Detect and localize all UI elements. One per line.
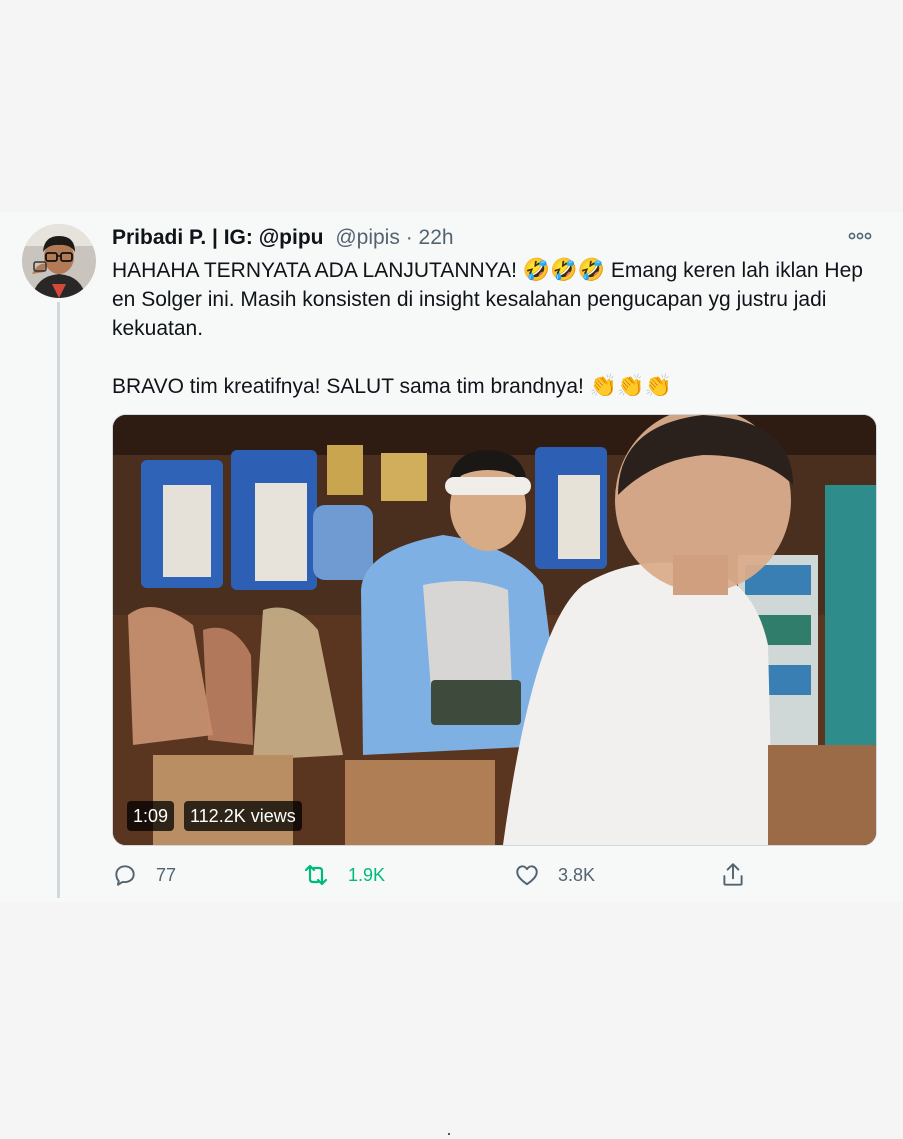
share-button[interactable]	[720, 860, 746, 890]
heart-icon	[516, 865, 538, 886]
thread-line	[57, 302, 60, 898]
separator: ·	[405, 226, 413, 249]
timestamp[interactable]: 22h	[419, 226, 454, 249]
tweet-actions: 77 1.9K 3.8K	[112, 860, 852, 890]
tweet-text-line1: HAHAHA TERNYATA ADA LANJUTANNYA!	[112, 259, 517, 282]
video-thumbnail	[113, 415, 876, 845]
reply-button[interactable]: 77	[112, 860, 176, 890]
video-player[interactable]: 1:09 112.2K views	[112, 414, 877, 846]
author-name[interactable]: Pribadi P. | IG: @pipu	[112, 226, 324, 249]
tweet-header: Pribadi P. | IG: @pipu @pipis · 22h	[112, 226, 454, 250]
reply-count: 77	[156, 864, 177, 885]
video-duration: 1:09	[127, 801, 175, 831]
page-dot	[448, 1133, 450, 1135]
reply-icon	[115, 865, 135, 886]
video-views: 112.2K views	[184, 801, 302, 831]
clap-emoji: 👏👏👏	[589, 374, 672, 399]
share-icon	[723, 863, 743, 886]
like-count: 3.8K	[558, 864, 596, 885]
tweet-paragraph-2: BRAVO tim kreatifnya! SALUT sama tim bra…	[112, 372, 872, 401]
more-options-button[interactable]	[846, 226, 874, 246]
more-icon	[848, 232, 872, 240]
tweet-text-line2: BRAVO tim kreatifnya! SALUT sama tim bra…	[112, 375, 584, 398]
retweet-icon	[304, 864, 328, 886]
author-handle[interactable]: @pipis	[335, 226, 400, 249]
tweet-paragraph-1: HAHAHA TERNYATA ADA LANJUTANNYA! 🤣🤣🤣 Ema…	[112, 256, 872, 343]
retweet-count: 1.9K	[348, 864, 386, 885]
retweet-button[interactable]: 1.9K	[302, 860, 385, 890]
avatar-image	[22, 224, 96, 298]
tweet-card[interactable]: Pribadi P. | IG: @pipu @pipis · 22h HAHA…	[0, 212, 903, 902]
like-button[interactable]: 3.8K	[514, 860, 595, 890]
avatar[interactable]	[22, 224, 96, 298]
rofl-emoji: 🤣🤣🤣	[522, 258, 605, 283]
tweet-text: HAHAHA TERNYATA ADA LANJUTANNYA! 🤣🤣🤣 Ema…	[112, 256, 872, 401]
